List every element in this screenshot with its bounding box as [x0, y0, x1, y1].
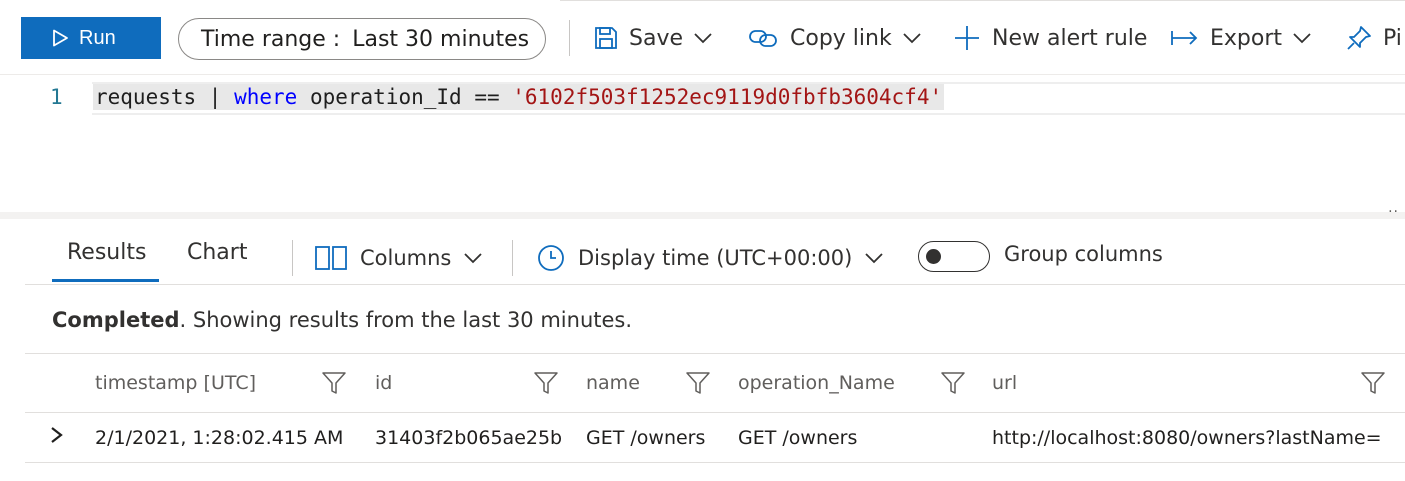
run-button[interactable]: Run	[21, 17, 161, 59]
display-time-label: Display time (UTC+00:00)	[578, 246, 853, 270]
column-header-name[interactable]: name	[586, 372, 640, 394]
link-icon	[749, 30, 777, 47]
column-header-operation-name[interactable]: operation_Name	[738, 372, 895, 394]
table-top-border	[25, 353, 1405, 354]
cell-operation-name: GET /owners	[738, 427, 858, 449]
export-arrow-icon	[1171, 31, 1198, 45]
code-table: requests	[95, 85, 197, 109]
pin-label: Pi	[1383, 25, 1402, 51]
status-rest: . Showing results from the last 30 minut…	[179, 308, 633, 332]
status-message: Completed. Showing results from the last…	[52, 308, 632, 332]
pin-icon	[1347, 26, 1371, 50]
time-range-value: Last 30 minutes	[352, 26, 530, 52]
header-border	[25, 412, 1405, 413]
copy-link-label: Copy link	[790, 25, 892, 51]
chevron-down-icon	[1293, 33, 1311, 44]
chevron-down-icon	[464, 253, 483, 264]
export-button[interactable]: Export	[1170, 20, 1312, 56]
filter-icon[interactable]	[321, 371, 347, 395]
export-label: Export	[1210, 25, 1283, 51]
code-string: '6102f503f1252ec9119d0fbfb3604cf4'	[512, 85, 943, 109]
code-keyword: where	[234, 85, 298, 109]
more-dots[interactable]: ..	[1388, 200, 1399, 216]
tab-chart[interactable]: Chart	[187, 240, 247, 265]
clock-icon	[538, 245, 564, 271]
group-columns-toggle[interactable]	[918, 241, 990, 272]
cell-id: 31403f2b065ae25b	[375, 427, 563, 449]
active-tab-indicator	[52, 279, 159, 282]
columns-button[interactable]: Columns	[314, 239, 483, 277]
chevron-down-icon	[865, 253, 883, 264]
new-alert-rule-label: New alert rule	[992, 25, 1148, 51]
row-border	[25, 462, 1405, 463]
toolbar-divider	[569, 20, 570, 56]
pane-splitter[interactable]	[0, 212, 1405, 219]
filter-icon[interactable]	[533, 371, 559, 395]
columns-icon	[315, 246, 347, 270]
plus-icon	[955, 26, 979, 50]
tab-divider	[512, 240, 513, 276]
column-header-timestamp[interactable]: timestamp [UTC]	[95, 372, 256, 394]
filter-icon[interactable]	[940, 371, 966, 395]
display-time-button[interactable]: Display time (UTC+00:00)	[536, 239, 884, 277]
query-editor[interactable]: 1 requests | where operation_Id == '6102…	[0, 74, 1405, 214]
filter-icon[interactable]	[685, 371, 711, 395]
save-button[interactable]: Save	[593, 20, 713, 56]
tabs-border	[25, 284, 1405, 285]
run-label: Run	[79, 26, 116, 49]
code-middle: operation_Id ==	[297, 85, 513, 109]
code-pipe: |	[196, 85, 235, 109]
status-bold: Completed	[52, 308, 180, 332]
time-range-picker[interactable]: Time range : Last 30 minutes	[178, 18, 546, 60]
save-label: Save	[629, 25, 684, 51]
line-number: 1	[50, 85, 63, 109]
chevron-right-icon[interactable]	[48, 424, 66, 446]
cell-url: http://localhost:8080/owners?lastName=	[992, 427, 1382, 449]
save-icon	[595, 27, 617, 49]
cell-name: GET /owners	[586, 427, 706, 449]
chevron-down-icon	[694, 33, 712, 44]
tab-results[interactable]: Results	[67, 240, 146, 265]
tab-divider	[292, 240, 293, 276]
columns-label: Columns	[360, 246, 452, 270]
new-alert-rule-button[interactable]: New alert rule	[952, 20, 1147, 56]
cell-timestamp: 2/1/2021, 1:28:02.415 AM	[95, 427, 344, 449]
play-icon	[53, 29, 68, 47]
toggle-knob	[926, 249, 941, 264]
column-header-url[interactable]: url	[992, 372, 1017, 394]
query-text[interactable]: requests | where operation_Id == '6102f5…	[93, 84, 945, 110]
time-range-label: Time range :	[201, 26, 341, 52]
pin-button[interactable]: Pi	[1345, 20, 1402, 56]
group-columns-label: Group columns	[1004, 242, 1163, 266]
column-header-id[interactable]: id	[375, 372, 392, 394]
chevron-down-icon	[903, 33, 921, 44]
filter-icon[interactable]	[1360, 371, 1386, 395]
copy-link-button[interactable]: Copy link	[748, 20, 922, 56]
